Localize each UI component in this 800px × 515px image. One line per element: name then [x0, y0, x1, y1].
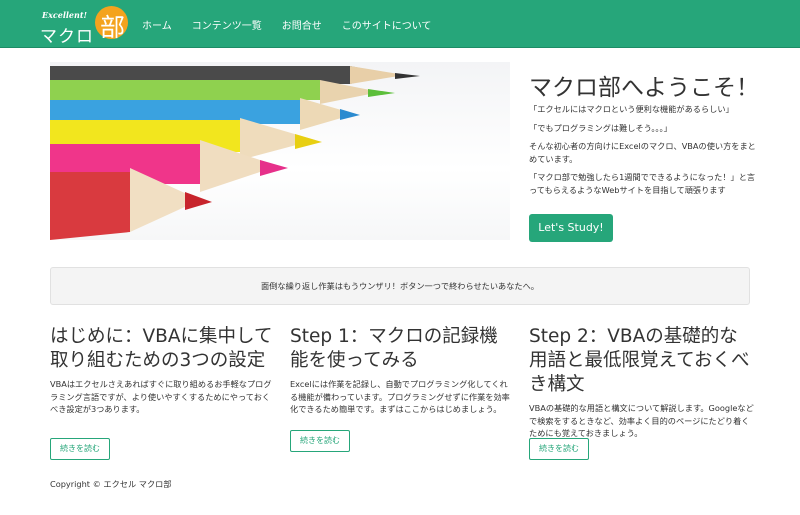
column-text: VBAはエクセルさえあればすぐに取り組めるお手軽なプログラミング言語ですが、より… [50, 379, 272, 414]
read-more-button-step2[interactable]: 続きを読む [529, 438, 589, 460]
logo-kanji: 部 [100, 13, 126, 42]
hero-quote-1: 「エクセルにはマクロという便利な機能があるらしい」 [529, 104, 734, 114]
column-title: Step 2：VBAの基礎的な用語と最低限覚えておくべき構文 [529, 326, 750, 395]
intro-banner-text: 面倒な繰り返し作業はもうウンザリ！ボタン一つで終わらせたいあなたへ。 [261, 281, 539, 291]
column-intro: はじめに：VBAに集中して取り組むための3つの設定 VBAはエクセルさえあればす… [50, 325, 275, 416]
site-logo[interactable]: Excellent! マクロ 部 [40, 6, 132, 47]
column-step2: Step 2：VBAの基礎的な用語と最低限覚えておくべき構文 VBAの基礎的な用… [529, 325, 754, 440]
column-title: はじめに：VBAに集中して取り組むための3つの設定 [50, 326, 273, 371]
read-more-button-intro[interactable]: 続きを読む [50, 438, 110, 460]
column-step1: Step 1：マクロの記録機能を使ってみる Excelには作業を記録し、自動でプ… [290, 325, 515, 416]
pencils-illustration [50, 66, 420, 240]
nav-link-about[interactable]: このサイトについて [342, 17, 432, 32]
lets-study-button[interactable]: Let's Study! [529, 214, 613, 242]
nav-menu: ホーム コンテンツ一覧 お問合せ このサイトについて [142, 17, 451, 32]
intro-banner: 面倒な繰り返し作業はもうウンザリ！ボタン一つで終わらせたいあなたへ。 [50, 267, 750, 305]
column-text: Excelには作業を記録し、自動でプログラミング化してくれる機能が備わっています… [290, 379, 510, 414]
nav-link-home[interactable]: ホーム [142, 17, 172, 32]
column-text: VBAの基礎的な用語と構文について解説します。Googleなどで検索をするときな… [529, 403, 754, 438]
hero-title: マクロ部へようこそ！ [529, 75, 759, 101]
logo-tagline: Excellent! [42, 10, 88, 20]
nav-link-contact[interactable]: お問合せ [282, 17, 322, 32]
nav-link-contents[interactable]: コンテンツ一覧 [192, 17, 262, 32]
logo-text: マクロ [40, 27, 94, 47]
hero-description: そんな初心者の方向けにExcelのマクロ、VBAの使い方をまとめています。 [529, 141, 756, 164]
hero-goal: 「マクロ部で勉強したら1週間でできるようになった！」と言ってもらえるようなWeb… [529, 172, 756, 195]
hero-quote-2: 「でもプログラミングは難しそう。。。」 [529, 123, 672, 133]
navbar: Excellent! マクロ 部 ホーム コンテンツ一覧 お問合せ このサイトに… [0, 0, 800, 48]
footer-copyright: Copyright © エクセル マクロ部 [50, 479, 172, 489]
column-title: Step 1：マクロの記録機能を使ってみる [290, 326, 498, 371]
read-more-button-step1[interactable]: 続きを読む [290, 430, 350, 452]
hero-image-pencils [50, 62, 510, 240]
